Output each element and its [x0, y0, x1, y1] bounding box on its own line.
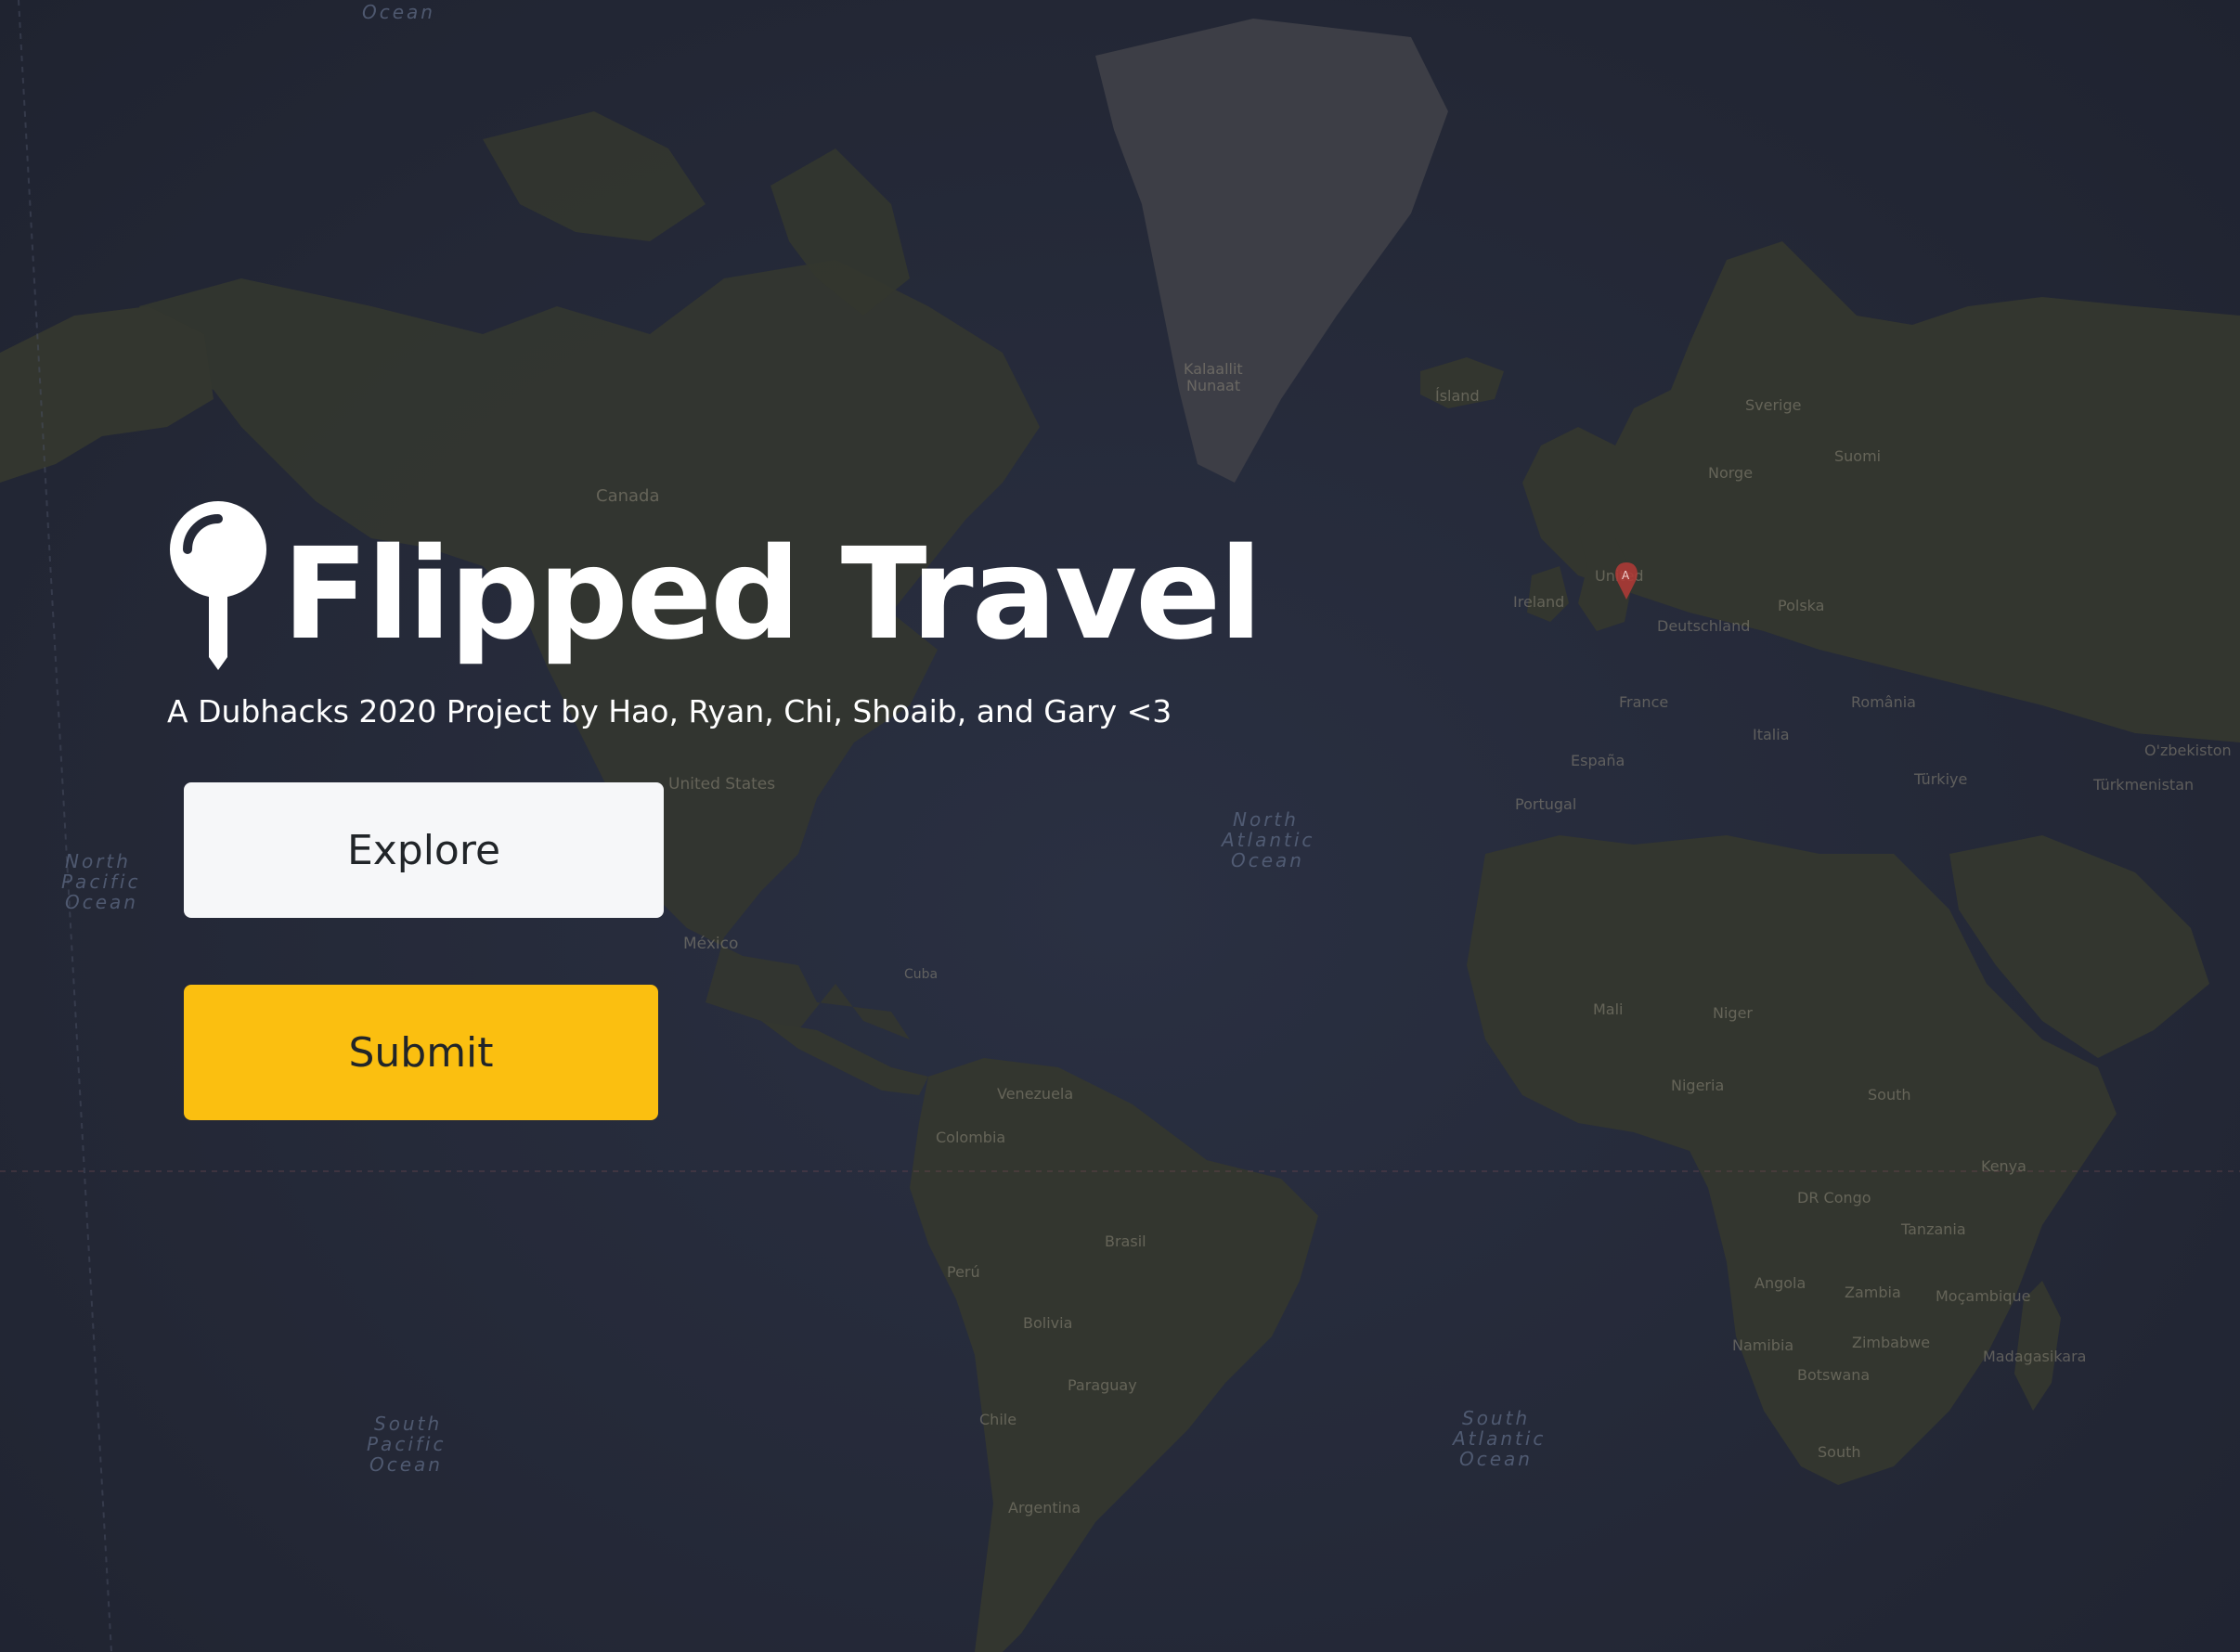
explore-button[interactable]: Explore: [184, 782, 664, 918]
map-label-polska: Polska: [1778, 597, 1824, 614]
map-label-namibia: Namibia: [1732, 1336, 1793, 1354]
map-label-south-sudan: South: [1868, 1086, 1911, 1103]
map-label-paraguay: Paraguay: [1068, 1376, 1137, 1394]
map-label-norge: Norge: [1708, 464, 1753, 482]
map-label-greenland: Kalaallit: [1184, 360, 1243, 378]
ocean-label-south-pacific-3: Ocean: [369, 1453, 443, 1476]
map-label-portugal: Portugal: [1515, 795, 1576, 813]
arctic-islands: [483, 111, 706, 241]
app-title: Flipped Travel: [282, 522, 1262, 668]
map-label-united-states: United States: [668, 775, 775, 794]
greenland-landmass: [1095, 19, 1448, 483]
map-label-romania: România: [1851, 693, 1916, 711]
ocean-label-south-atlantic-3: Ocean: [1459, 1448, 1533, 1470]
ocean-label-north-pacific-2: Pacific: [61, 871, 140, 893]
map-label-niger: Niger: [1713, 1004, 1753, 1022]
map-label-kenya: Kenya: [1981, 1157, 2026, 1175]
map-label-dr-congo: DR Congo: [1797, 1189, 1871, 1207]
alaska-landmass: [0, 306, 214, 483]
ocean-label-north-atlantic-2: Atlantic: [1220, 829, 1314, 851]
map-label-turkiye: Türkiye: [1913, 770, 1967, 788]
map-pin-icon: [170, 501, 266, 670]
map-label-deutschland: Deutschland: [1657, 617, 1750, 635]
map-label-brasil: Brasil: [1105, 1233, 1146, 1250]
dateline: [18, 0, 112, 1652]
map-label-suomi: Suomi: [1834, 447, 1881, 465]
europe-landmass: [1522, 241, 2240, 742]
map-label-france: France: [1619, 693, 1668, 711]
map-label-turkmenistan: Türkmenistan: [2092, 776, 2194, 794]
map-label-espana: España: [1571, 752, 1625, 769]
hero-section: Flipped Travel A Dubhacks 2020 Project b…: [167, 501, 1281, 729]
map-label-peru: Perú: [947, 1263, 980, 1281]
map-label-cuba: Cuba: [904, 967, 938, 982]
map-label-venezuela: Venezuela: [997, 1085, 1073, 1103]
map-label-bolivia: Bolivia: [1023, 1314, 1072, 1332]
map-label-italia: Italia: [1753, 726, 1790, 743]
svg-text:A: A: [1622, 569, 1630, 582]
map-label-ireland: Ireland: [1513, 593, 1564, 611]
map-label-colombia: Colombia: [936, 1129, 1005, 1146]
map-label-south-africa: South: [1818, 1443, 1861, 1461]
map-label-angola: Angola: [1754, 1274, 1806, 1292]
map-label-uzbekistan: O'zbekiston: [2144, 742, 2232, 759]
ocean-label-south-atlantic-2: Atlantic: [1451, 1427, 1546, 1450]
south-america-landmass: [910, 1058, 1318, 1652]
map-label-zambia: Zambia: [1845, 1284, 1901, 1301]
map-label-argentina: Argentina: [1008, 1499, 1081, 1516]
ocean-label-north-atlantic: North: [1233, 808, 1299, 831]
map-label-botswana: Botswana: [1797, 1366, 1870, 1384]
ocean-label-north-atlantic-3: Ocean: [1231, 849, 1304, 871]
map-label-sverige: Sverige: [1745, 396, 1802, 414]
map-label-madagasikara: Madagasikara: [1983, 1348, 2086, 1365]
map-label-tanzania: Tanzania: [1900, 1220, 1966, 1238]
map-label-iceland: Ísland: [1435, 387, 1480, 405]
brand: Flipped Travel: [167, 501, 1281, 673]
app-subtitle: A Dubhacks 2020 Project by Hao, Ryan, Ch…: [167, 693, 1172, 729]
ocean-label-south-pacific-2: Pacific: [367, 1433, 446, 1455]
ocean-label-north-pacific-3: Ocean: [65, 891, 138, 913]
map-label-mexico: México: [683, 935, 738, 953]
submit-button[interactable]: Submit: [184, 985, 658, 1120]
ocean-label-south-atlantic: South: [1462, 1407, 1530, 1429]
map-label-greenland-2: Nunaat: [1186, 377, 1240, 394]
map-label-mali: Mali: [1593, 1000, 1624, 1018]
map-label-mocambique: Moçambique: [1936, 1287, 2031, 1305]
map-label-zimbabwe: Zimbabwe: [1852, 1334, 1930, 1351]
landing-page: North Pacific Ocean North Atlantic Ocean…: [0, 0, 2240, 1652]
ocean-label-north-pacific: North: [65, 850, 131, 872]
ocean-label-arctic: Ocean: [362, 1, 435, 23]
map-label-nigeria: Nigeria: [1671, 1077, 1724, 1094]
map-label-chile: Chile: [979, 1411, 1016, 1428]
ocean-label-south-pacific: South: [374, 1413, 442, 1435]
